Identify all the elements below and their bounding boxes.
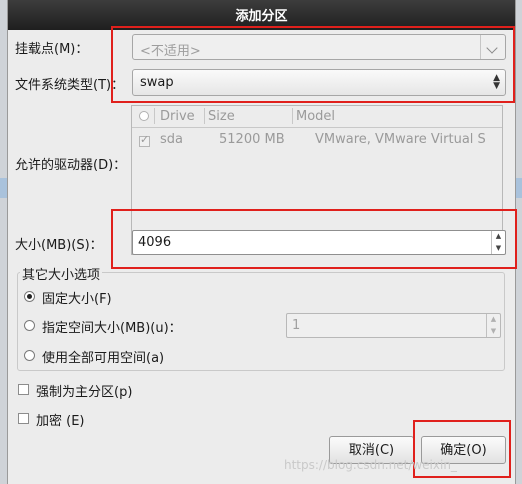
- upto-size-value: 1: [292, 318, 301, 333]
- watermark: https://blog.csdn.net/weixin_: [284, 458, 457, 472]
- add-partition-dialog: 添加分区 挂载点(M)： <不适用> 文件系统类型(T)： swap ▲ ▼ 允许…: [7, 0, 517, 484]
- encrypt-checkbox[interactable]: [18, 413, 29, 424]
- drive-size: 51200 MB: [219, 132, 285, 147]
- encrypt-label[interactable]: 加密 (E): [36, 410, 85, 429]
- annotation-box-fstype: [111, 26, 515, 103]
- fill-space-radio[interactable]: [24, 350, 35, 361]
- upto-size-spinbox[interactable]: 1 ▲ ▼: [286, 313, 501, 338]
- up-arrow-icon[interactable]: ▲: [487, 314, 500, 326]
- force-primary-checkbox[interactable]: [18, 384, 29, 395]
- col-model[interactable]: Model: [296, 109, 335, 124]
- drive-name: sda: [160, 132, 183, 147]
- force-primary-label[interactable]: 强制为主分区(p): [36, 381, 132, 400]
- fixed-size-radio[interactable]: [24, 291, 35, 302]
- col-drive[interactable]: Drive: [160, 109, 195, 124]
- col-size[interactable]: Size: [208, 109, 235, 124]
- fixed-size-label[interactable]: 固定大小(F): [42, 288, 112, 307]
- upto-size-radio[interactable]: [24, 320, 35, 331]
- drives-label: 允许的驱动器(D)：: [15, 158, 127, 173]
- size-label: 大小(MB)(S)：: [15, 238, 103, 253]
- fill-space-label[interactable]: 使用全部可用空间(a): [42, 347, 164, 366]
- table-row[interactable]: sda 51200 MB VMware, VMware Virtual S: [132, 132, 502, 152]
- drive-checkbox[interactable]: [139, 133, 150, 147]
- down-arrow-icon[interactable]: ▼: [487, 326, 500, 338]
- other-size-options-title: 其它大小选项: [20, 264, 103, 283]
- fstype-label: 文件系统类型(T)：: [15, 78, 125, 93]
- mount-point-label: 挂载点(M)：: [15, 42, 89, 57]
- upto-size-label[interactable]: 指定空间大小(MB)(u)：: [42, 317, 182, 336]
- upto-size-stepper[interactable]: ▲ ▼: [486, 314, 500, 337]
- drive-model: VMware, VMware Virtual S: [315, 132, 486, 147]
- select-all-icon: [139, 111, 149, 121]
- annotation-box-size: [111, 209, 517, 269]
- drives-table-header: Drive Size Model: [132, 106, 502, 128]
